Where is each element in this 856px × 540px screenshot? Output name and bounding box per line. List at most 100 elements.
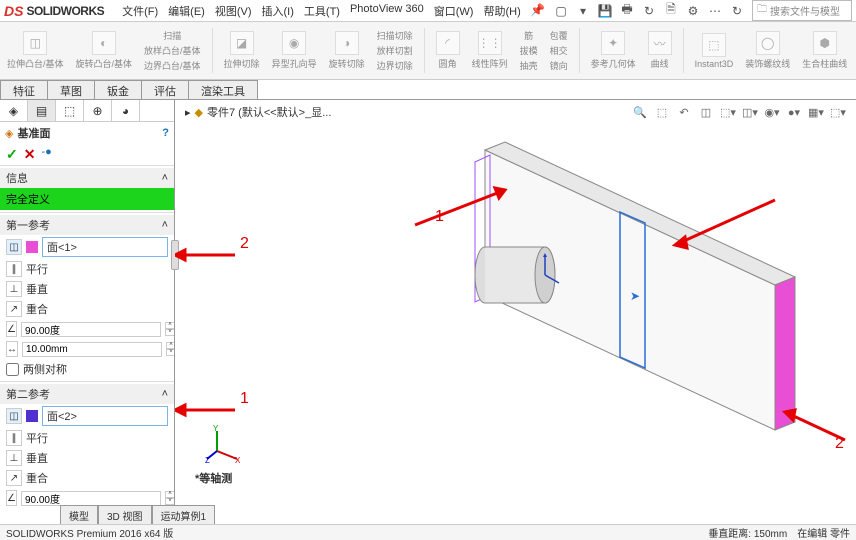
pushpin-icon[interactable]: -●	[41, 146, 51, 163]
menu-insert[interactable]: 插入(I)	[262, 3, 294, 19]
rb-label: 线性阵列	[472, 57, 508, 70]
collapse-icon[interactable]: ˄	[162, 219, 168, 231]
tab-sheet-metal[interactable]: 钣金	[94, 80, 142, 99]
angle-input-2[interactable]	[21, 491, 161, 506]
pm-tab-config[interactable]: ⬚	[56, 100, 84, 121]
perp-icon[interactable]: ⊥	[6, 450, 22, 466]
ref2-face-name[interactable]: 面<2>	[42, 406, 168, 426]
spinner[interactable]: ˄˅	[166, 342, 175, 356]
ok-button[interactable]: ✓	[6, 146, 18, 163]
rb-label: 边界切除	[377, 59, 413, 72]
bt-3dview[interactable]: 3D 视图	[98, 505, 152, 526]
opt-parallel[interactable]: 平行	[26, 261, 48, 277]
rb-cuts[interactable]: 扫描切除放样切割边界切除	[374, 24, 416, 77]
perp-icon[interactable]: ⊥	[6, 281, 22, 297]
face-select-icon[interactable]: ◫	[6, 408, 22, 424]
graphics-viewport[interactable]: ▸ ◆ 零件7 (默认<<默认>_显... 🔍 ⬚ ↶ ◫ ⬚▾ ◫▾ ◉▾ ●…	[175, 100, 856, 516]
coincident-icon[interactable]: ↗	[6, 301, 22, 317]
tab-sketch[interactable]: 草图	[47, 80, 95, 99]
rb-label: Instant3D	[695, 59, 734, 69]
rb-curves[interactable]: 〰曲线	[645, 24, 675, 77]
search-placeholder: 搜索文件与模型	[770, 3, 840, 18]
angle-input[interactable]	[21, 322, 161, 337]
save-icon[interactable]: 💾	[598, 4, 612, 18]
fillet-icon: ◜	[436, 31, 460, 55]
both-sides-checkbox[interactable]	[6, 363, 19, 376]
rb-revolve-cut[interactable]: ◑旋转切除	[326, 24, 368, 77]
bt-model[interactable]: 模型	[60, 505, 98, 526]
pm-tab-tree[interactable]: ◈	[0, 100, 28, 121]
ref1-title: 第一参考	[6, 217, 50, 233]
tab-features[interactable]: 特征	[0, 80, 48, 99]
settings-icon[interactable]: ⚙	[686, 4, 700, 18]
pm-tab-appearance[interactable]: ◕	[112, 100, 140, 121]
rb-label: 参考几何体	[591, 57, 636, 70]
rb-pattern[interactable]: ⋮⋮线性阵列	[469, 24, 511, 77]
info-status: 完全定义	[0, 188, 174, 210]
more-icon[interactable]: ⋯	[708, 4, 722, 18]
collapse-icon[interactable]: ˄	[162, 388, 168, 400]
tab-evaluate[interactable]: 评估	[141, 80, 189, 99]
rb-fillet[interactable]: ◜圆角	[433, 24, 463, 77]
distance-icon[interactable]: ↔	[6, 341, 18, 357]
opt-parallel[interactable]: 平行	[26, 430, 48, 446]
new-icon[interactable]: ▢	[554, 4, 568, 18]
rb-label: 镜向	[550, 59, 568, 72]
collapse-icon[interactable]: ˄	[162, 172, 168, 184]
rb-extrude-boss[interactable]: ◫拉伸凸台/基体	[4, 24, 67, 77]
rebuild-icon[interactable]: ↻	[642, 4, 656, 18]
rb-label: 放样切割	[377, 44, 413, 57]
rb-revolve-boss[interactable]: ◐旋转凸台/基体	[73, 24, 136, 77]
pm-tab-property[interactable]: ▤	[28, 100, 56, 121]
spinner[interactable]: ˄˅	[165, 491, 175, 505]
rb-label: 放样凸台/基体	[144, 44, 201, 57]
distance-input[interactable]	[22, 342, 162, 357]
menu-window[interactable]: 窗口(W)	[434, 3, 474, 19]
rb-extrude-cut[interactable]: ◪拉伸切除	[221, 24, 263, 77]
view-triad[interactable]: Y X Z	[205, 423, 245, 466]
rb-combine[interactable]: ⬢生合柱曲线	[799, 24, 850, 77]
angle-icon[interactable]: ∠	[6, 321, 17, 337]
hole-icon: ◉	[282, 31, 306, 55]
options-icon[interactable]: 🗎	[664, 4, 678, 18]
angle-icon[interactable]: ∠	[6, 490, 17, 506]
menu-help[interactable]: 帮助(H)	[483, 3, 520, 19]
spinner[interactable]: ˄˅	[165, 322, 175, 336]
help-icon[interactable]: ?	[162, 127, 169, 139]
menu-edit[interactable]: 编辑(E)	[168, 3, 205, 19]
rb-thread[interactable]: ◯装饰螺纹线	[742, 24, 793, 77]
rb-ref-geom[interactable]: ✦参考几何体	[588, 24, 639, 77]
print-icon[interactable]: 🖶	[620, 4, 634, 18]
open-icon[interactable]: ▾	[576, 4, 590, 18]
menu-tools[interactable]: 工具(T)	[304, 3, 340, 19]
rb-sweep[interactable]: 扫描放样凸台/基体边界凸台/基体	[141, 24, 204, 77]
rb-instant3d[interactable]: ⬚Instant3D	[692, 24, 737, 77]
face-select-icon[interactable]: ◫	[6, 239, 22, 255]
parallel-icon[interactable]: ∥	[6, 261, 22, 277]
rb-label: 生合柱曲线	[802, 57, 847, 70]
info-title: 信息	[6, 170, 28, 186]
ref1-face-name[interactable]: 面<1>	[42, 237, 168, 257]
cancel-button[interactable]: ✕	[24, 146, 36, 163]
search-input[interactable]: 🗀 搜索文件与模型	[752, 0, 852, 21]
opt-perp[interactable]: 垂直	[26, 281, 48, 297]
rb-rib[interactable]: 筋拔模抽壳	[517, 24, 541, 77]
rb-hole-wizard[interactable]: ◉异型孔向导	[269, 24, 320, 77]
rb-wrap[interactable]: 包覆相交镜向	[547, 24, 571, 77]
pin-icon[interactable]: 📌	[531, 3, 545, 17]
opt-perp[interactable]: 垂直	[26, 450, 48, 466]
pm-tab-dim[interactable]: ⊕	[84, 100, 112, 121]
coincident-icon[interactable]: ↗	[6, 470, 22, 486]
rb-label: 边界凸台/基体	[144, 59, 201, 72]
opt-coincident[interactable]: 重合	[26, 301, 48, 317]
parallel-icon[interactable]: ∥	[6, 430, 22, 446]
rb-label: 抽壳	[520, 59, 538, 72]
bt-motion[interactable]: 运动算例1	[152, 505, 216, 526]
tab-render[interactable]: 渲染工具	[188, 80, 258, 99]
refresh-icon[interactable]: ↻	[730, 4, 744, 18]
menu-photoview[interactable]: PhotoView 360	[350, 3, 424, 19]
rb-label: 曲线	[651, 57, 669, 70]
menu-view[interactable]: 视图(V)	[215, 3, 252, 19]
opt-coincident[interactable]: 重合	[26, 470, 48, 486]
menu-file[interactable]: 文件(F)	[122, 3, 158, 19]
